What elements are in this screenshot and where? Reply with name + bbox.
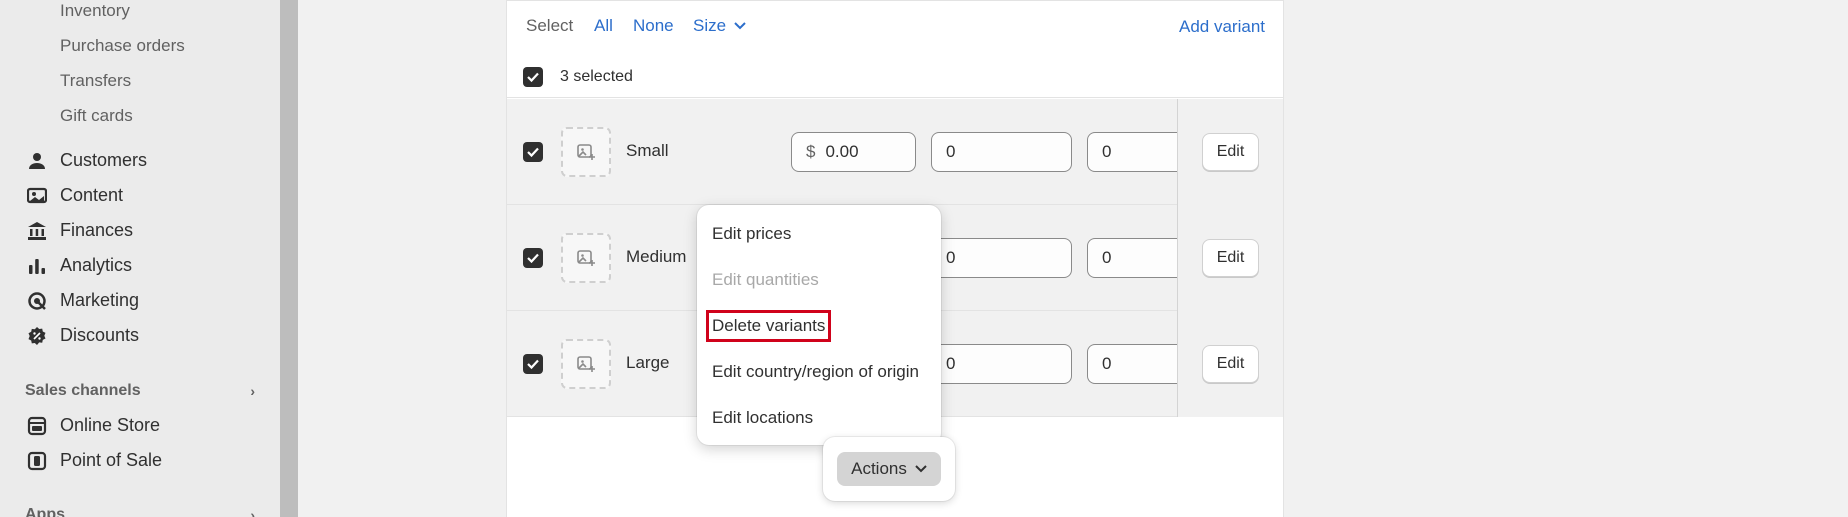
sidebar: Inventory Purchase orders Transfers Gift… (0, 0, 280, 517)
add-variant-link[interactable]: Add variant (1179, 17, 1265, 37)
checkmark-icon (527, 72, 539, 83)
target-icon (27, 291, 47, 311)
quantity-input[interactable]: 0 (931, 132, 1072, 172)
sidebar-item-inventory[interactable]: Inventory (60, 1, 130, 21)
sidebar-item-transfers[interactable]: Transfers (60, 71, 131, 91)
sidebar-item-label: Point of Sale (60, 450, 163, 470)
menu-item-delete-variants[interactable]: Delete variants (705, 310, 832, 342)
checkmark-icon (527, 359, 539, 370)
select-label: Select (526, 16, 574, 35)
select-all-link[interactable]: All (594, 16, 613, 36)
content-icon (27, 186, 47, 206)
variant-name: Small (626, 141, 669, 160)
available-input[interactable]: 0 (1087, 344, 1187, 384)
chevron-right-icon: › (250, 383, 255, 399)
quantity-input[interactable]: 0 (931, 344, 1072, 384)
sidebar-item-label: Finances (60, 220, 134, 240)
currency-symbol: $ (806, 142, 816, 161)
variants-toolbar: Select All None Size Add variant (507, 0, 1283, 52)
section-label: Apps (25, 506, 65, 517)
bar-chart-icon (27, 256, 47, 276)
sidebar-item-label: Customers (60, 150, 148, 170)
person-icon (27, 151, 47, 171)
sidebar-item-label: Content (60, 185, 124, 205)
bank-icon (27, 221, 47, 241)
menu-item-edit-locations[interactable]: Edit locations (712, 408, 813, 428)
image-add-icon (577, 250, 595, 266)
edit-variant-button[interactable]: Edit (1202, 345, 1259, 383)
chevron-right-icon: › (250, 507, 255, 517)
add-image-placeholder[interactable] (561, 127, 611, 177)
sidebar-item-customers[interactable]: Customers (27, 150, 147, 171)
available-input[interactable]: 0 (1087, 132, 1187, 172)
edit-variant-button[interactable]: Edit (1202, 133, 1259, 171)
bulk-selection-row: 3 selected (507, 52, 1283, 98)
bulk-actions-bar: Actions (823, 437, 955, 501)
sidebar-item-finances[interactable]: Finances (27, 220, 133, 241)
select-none-link[interactable]: None (633, 16, 674, 36)
actions-label: Actions (851, 459, 907, 478)
quantity-input[interactable]: 0 (931, 238, 1072, 278)
sidebar-item-label: Discounts (60, 325, 140, 345)
menu-item-edit-prices[interactable]: Edit prices (712, 224, 791, 244)
chevron-down-icon (734, 22, 746, 30)
menu-item-edit-quantities: Edit quantities (712, 270, 819, 289)
select-all-checkbox[interactable] (523, 67, 543, 87)
sidebar-scrollbar[interactable] (280, 0, 298, 517)
variant-name: Medium (626, 247, 687, 266)
sidebar-item-marketing[interactable]: Marketing (27, 290, 139, 311)
size-label: Size (693, 16, 727, 35)
chevron-down-icon (915, 465, 927, 473)
variant-row-small: Small $0.00 0 0 Edit (507, 99, 1283, 205)
store-icon (27, 416, 47, 436)
variant-checkbox[interactable] (523, 142, 543, 162)
price-input[interactable]: $0.00 (791, 132, 916, 172)
checkmark-icon (527, 147, 539, 158)
pos-icon (27, 451, 47, 471)
sidebar-item-online-store[interactable]: Online Store (27, 415, 160, 436)
sidebar-item-analytics[interactable]: Analytics (27, 255, 132, 276)
row-actions-cell: Edit (1177, 99, 1283, 205)
bulk-actions-menu: Edit prices Edit quantities Delete varia… (697, 205, 941, 445)
variant-name: Large (626, 353, 670, 372)
variant-checkbox[interactable] (523, 354, 543, 374)
actions-button[interactable]: Actions (837, 452, 941, 486)
add-image-placeholder[interactable] (561, 339, 611, 389)
sidebar-item-label: Online Store (60, 415, 161, 435)
sidebar-item-label: Analytics (60, 255, 133, 275)
sidebar-item-content[interactable]: Content (27, 185, 123, 206)
image-add-icon (577, 356, 595, 372)
select-size-dropdown[interactable]: Size (693, 16, 746, 36)
variant-checkbox[interactable] (523, 248, 543, 268)
sidebar-item-label: Marketing (60, 290, 140, 310)
image-add-icon (577, 144, 595, 160)
sidebar-item-gift-cards[interactable]: Gift cards (60, 106, 133, 126)
edit-variant-button[interactable]: Edit (1202, 239, 1259, 277)
sidebar-item-point-of-sale[interactable]: Point of Sale (27, 450, 162, 471)
sales-channels-header[interactable]: Sales channels › (25, 382, 255, 400)
row-actions-cell: Edit (1177, 311, 1283, 417)
row-actions-cell: Edit (1177, 205, 1283, 311)
checkmark-icon (527, 253, 539, 264)
selected-count: 3 selected (560, 68, 633, 85)
discount-icon (27, 326, 47, 346)
apps-header[interactable]: Apps › (25, 506, 255, 517)
sidebar-item-purchase-orders[interactable]: Purchase orders (60, 36, 185, 56)
price-value: 0.00 (825, 142, 859, 161)
section-label: Sales channels (25, 382, 141, 399)
sidebar-item-discounts[interactable]: Discounts (27, 325, 139, 346)
add-image-placeholder[interactable] (561, 233, 611, 283)
menu-item-edit-country-of-origin[interactable]: Edit country/region of origin (712, 362, 919, 382)
available-input[interactable]: 0 (1087, 238, 1187, 278)
